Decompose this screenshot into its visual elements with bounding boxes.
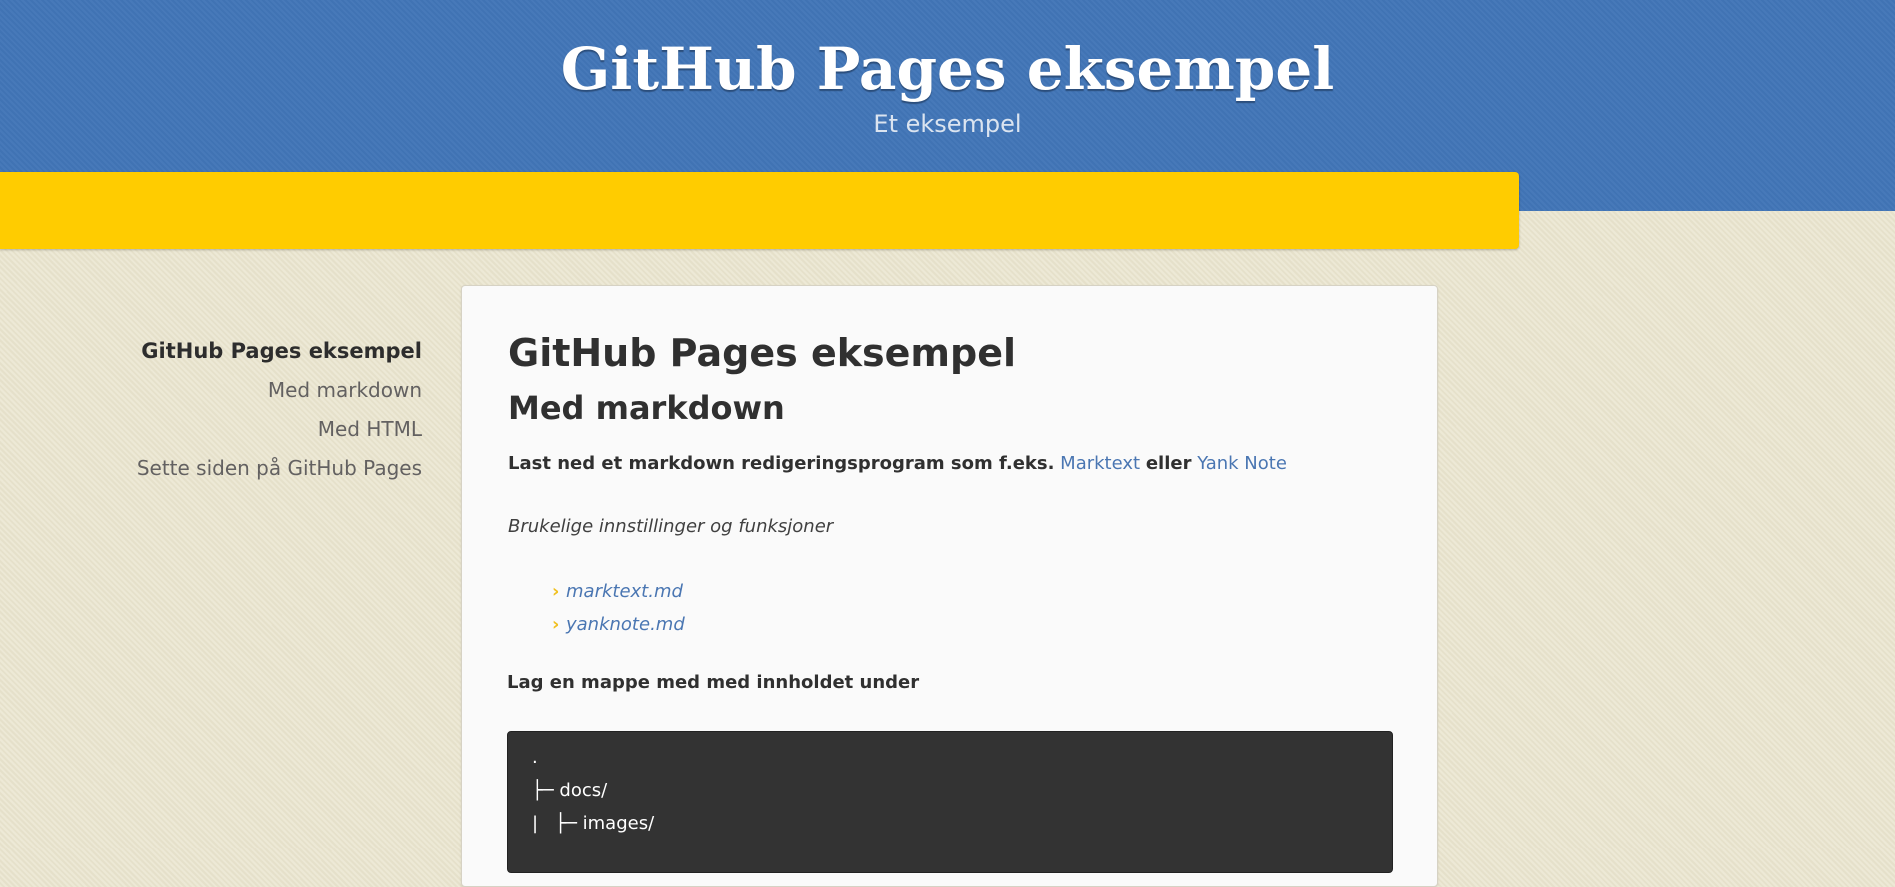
list-item: › marktext.md bbox=[552, 575, 685, 608]
section-heading-markdown: Med markdown bbox=[508, 389, 785, 427]
chevron-right-icon: › bbox=[552, 581, 560, 602]
intro-paragraph: Last ned et markdown redigeringsprogram … bbox=[508, 450, 1287, 478]
yanknote-md-link[interactable]: yanknote.md bbox=[566, 614, 685, 635]
sidebar-item-github-pages-eksempel[interactable]: GitHub Pages eksempel bbox=[100, 332, 422, 371]
intro-between-text: eller bbox=[1145, 453, 1192, 474]
sidebar-item-sette-siden[interactable]: Sette siden på GitHub Pages bbox=[100, 449, 422, 488]
sidebar-item-med-html[interactable]: Med HTML bbox=[100, 410, 422, 449]
chevron-right-icon: › bbox=[552, 614, 560, 635]
yank-note-link[interactable]: Yank Note bbox=[1197, 453, 1287, 474]
marktext-md-link[interactable]: marktext.md bbox=[566, 581, 683, 602]
site-title: GitHub Pages eksempel bbox=[560, 35, 1335, 103]
sidebar-nav: GitHub Pages eksempel Med markdown Med H… bbox=[100, 332, 422, 488]
list-item: › yanknote.md bbox=[552, 608, 685, 641]
code-block: . ├─ docs/ | ├─ images/ bbox=[507, 731, 1393, 873]
site-subtitle: Et eksempel bbox=[873, 110, 1022, 138]
page-title: GitHub Pages eksempel bbox=[508, 331, 1016, 375]
marktext-link[interactable]: Marktext bbox=[1060, 453, 1140, 474]
sidebar-item-med-markdown[interactable]: Med markdown bbox=[100, 371, 422, 410]
code-line: . bbox=[532, 747, 538, 768]
accent-banner bbox=[0, 172, 1519, 249]
folder-intro-paragraph: Lag en mappe med med innholdet under bbox=[507, 672, 920, 693]
code-line: ├─ docs/ bbox=[532, 780, 608, 801]
tips-paragraph: Brukelige innstillinger og funksjoner bbox=[508, 516, 834, 537]
intro-text: Last ned et markdown redigeringsprogram … bbox=[508, 453, 1055, 474]
file-list: › marktext.md › yanknote.md bbox=[552, 575, 685, 641]
code-line: | ├─ images/ bbox=[532, 813, 655, 834]
